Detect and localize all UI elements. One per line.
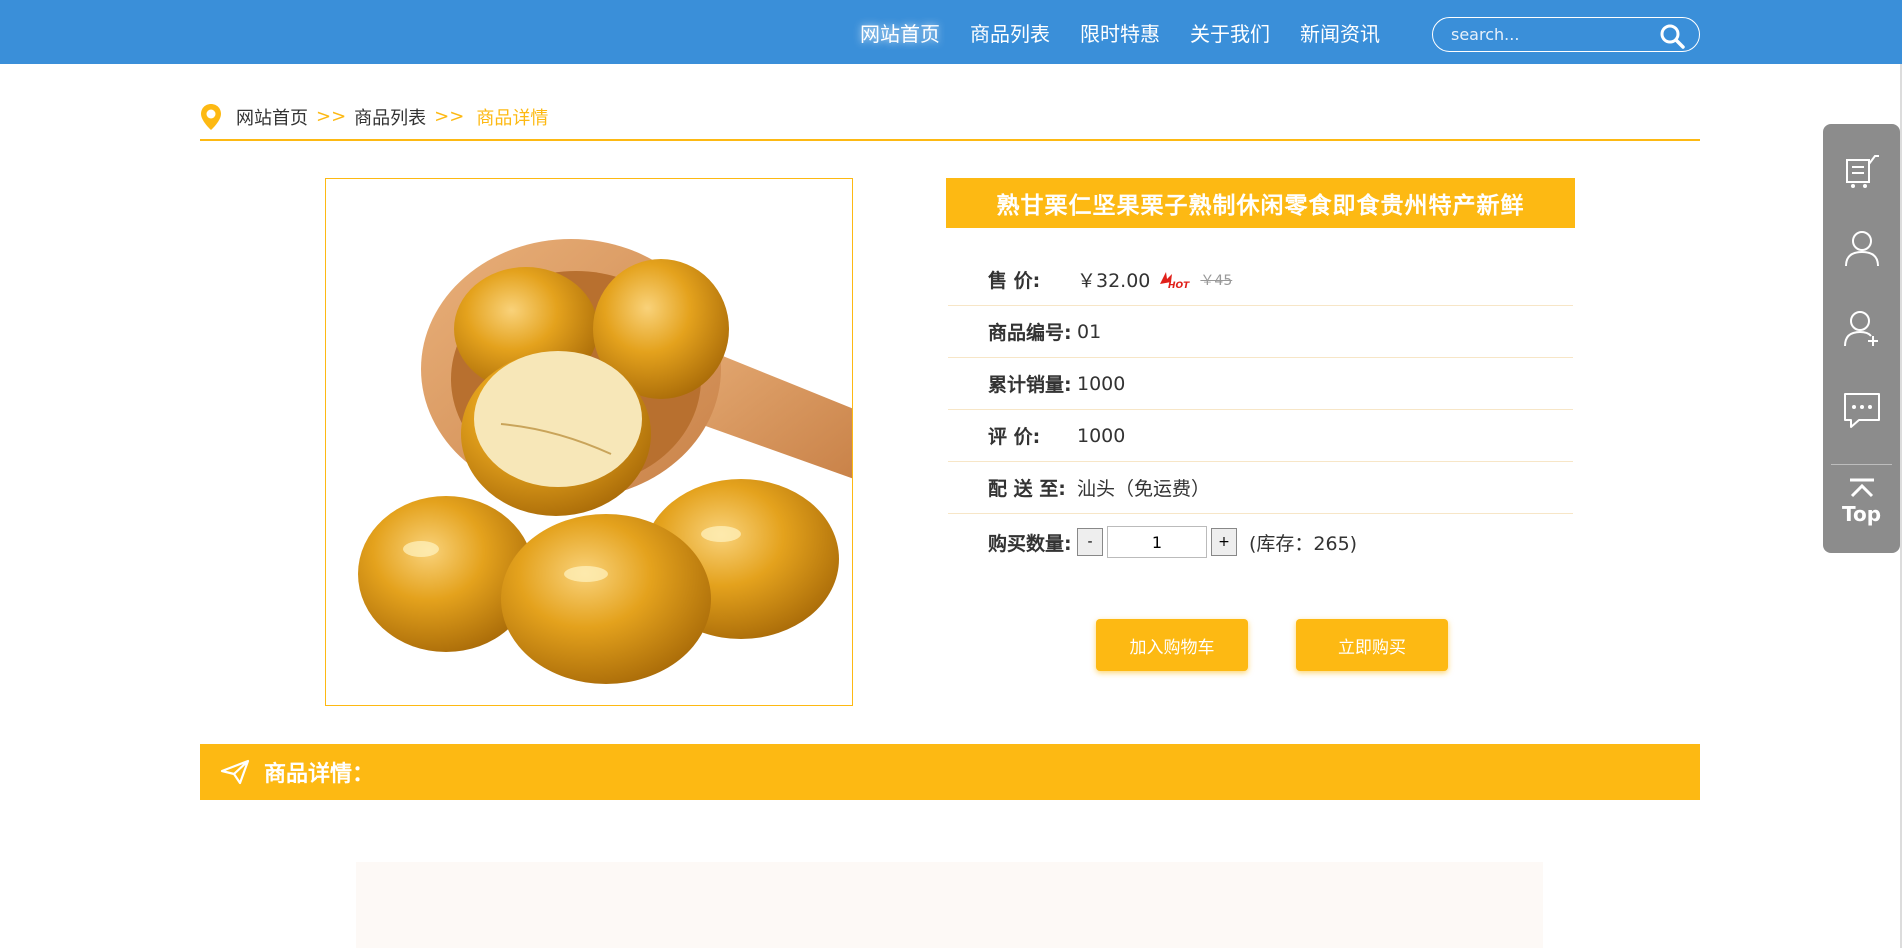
breadcrumb-separator: >>: [434, 106, 465, 127]
nav-item-home[interactable]: 网站首页: [860, 18, 940, 47]
search-icon[interactable]: [1659, 23, 1685, 49]
rating-label: 评 价:: [988, 426, 1041, 448]
product-title: 熟甘栗仁坚果栗子熟制休闲零食即食贵州特产新鲜: [946, 178, 1575, 228]
quantity-minus-button[interactable]: -: [1077, 528, 1103, 556]
details-content: [356, 862, 1543, 948]
nav-item-about[interactable]: 关于我们: [1190, 18, 1270, 47]
side-toolbar: Top: [1823, 124, 1900, 553]
quantity-input[interactable]: [1107, 526, 1207, 558]
top-nav-bar: 网站首页 商品列表 限时特惠 关于我们 新闻资讯: [0, 0, 1902, 64]
breadcrumb-list[interactable]: 商品列表: [354, 104, 426, 130]
breadcrumb: 网站首页 >> 商品列表 >> 商品详情: [200, 100, 1700, 141]
message-icon[interactable]: [1843, 390, 1881, 430]
nav-item-products[interactable]: 商品列表: [970, 18, 1050, 47]
chestnut-illustration: [358, 239, 852, 684]
quantity-row: 购买数量: - + (库存：265): [948, 514, 1573, 570]
sales-row: 累计销量: 1000: [948, 358, 1573, 410]
toolbar-divider: [1831, 464, 1892, 465]
details-header: 商品详情：: [200, 744, 1700, 800]
rating-value: 1000: [1077, 424, 1126, 447]
breadcrumb-current: 商品详情: [476, 107, 549, 129]
add-to-cart-button[interactable]: 加入购物车: [1096, 619, 1248, 671]
code-row: 商品编号: 01: [948, 306, 1573, 358]
breadcrumb-separator: >>: [316, 106, 347, 127]
price-value: ￥32.00: [1077, 270, 1151, 292]
nav-item-deals[interactable]: 限时特惠: [1080, 18, 1160, 47]
search-input[interactable]: [1433, 25, 1648, 44]
main-nav: 网站首页 商品列表 限时特惠 关于我们 新闻资讯: [860, 0, 1410, 64]
stock-count: (库存：265): [1249, 532, 1358, 555]
buy-now-button[interactable]: 立即购买: [1296, 619, 1448, 671]
price-label: 售 价:: [988, 270, 1041, 292]
paper-plane-icon: [220, 759, 250, 785]
breadcrumb-home[interactable]: 网站首页: [236, 104, 308, 130]
quantity-label: 购买数量:: [988, 532, 1072, 555]
product-info-table: 售 价: ￥32.00 HOT ￥45 商品编号: 01 累计销量: 1000 …: [948, 254, 1573, 570]
shipping-label: 配 送 至:: [988, 478, 1066, 500]
product-image: [325, 178, 853, 706]
shipping-row: 配 送 至: 汕头（免运费）: [948, 462, 1573, 514]
sales-value: 1000: [1077, 372, 1126, 395]
shipping-value: 汕头（免运费）: [1077, 478, 1211, 500]
search-box: [1432, 17, 1700, 52]
back-to-top-label[interactable]: Top: [1823, 502, 1900, 526]
cart-list-icon[interactable]: [1843, 150, 1881, 190]
hot-badge-icon: HOT: [1160, 271, 1190, 290]
nav-item-news[interactable]: 新闻资讯: [1300, 18, 1380, 47]
details-heading: 商品详情：: [264, 762, 375, 787]
user-icon[interactable]: [1843, 228, 1881, 268]
quantity-plus-button[interactable]: +: [1211, 528, 1237, 556]
code-value: 01: [1077, 320, 1102, 343]
add-user-icon[interactable]: [1843, 308, 1881, 348]
price-row: 售 价: ￥32.00 HOT ￥45: [948, 254, 1573, 306]
back-to-top-icon[interactable]: [1849, 478, 1875, 498]
location-pin-icon: [201, 103, 221, 130]
code-label: 商品编号:: [988, 322, 1072, 344]
sales-label: 累计销量:: [988, 374, 1072, 396]
original-price: ￥45: [1200, 272, 1233, 289]
svg-text:HOT: HOT: [1168, 281, 1190, 290]
rating-row: 评 价: 1000: [948, 410, 1573, 462]
